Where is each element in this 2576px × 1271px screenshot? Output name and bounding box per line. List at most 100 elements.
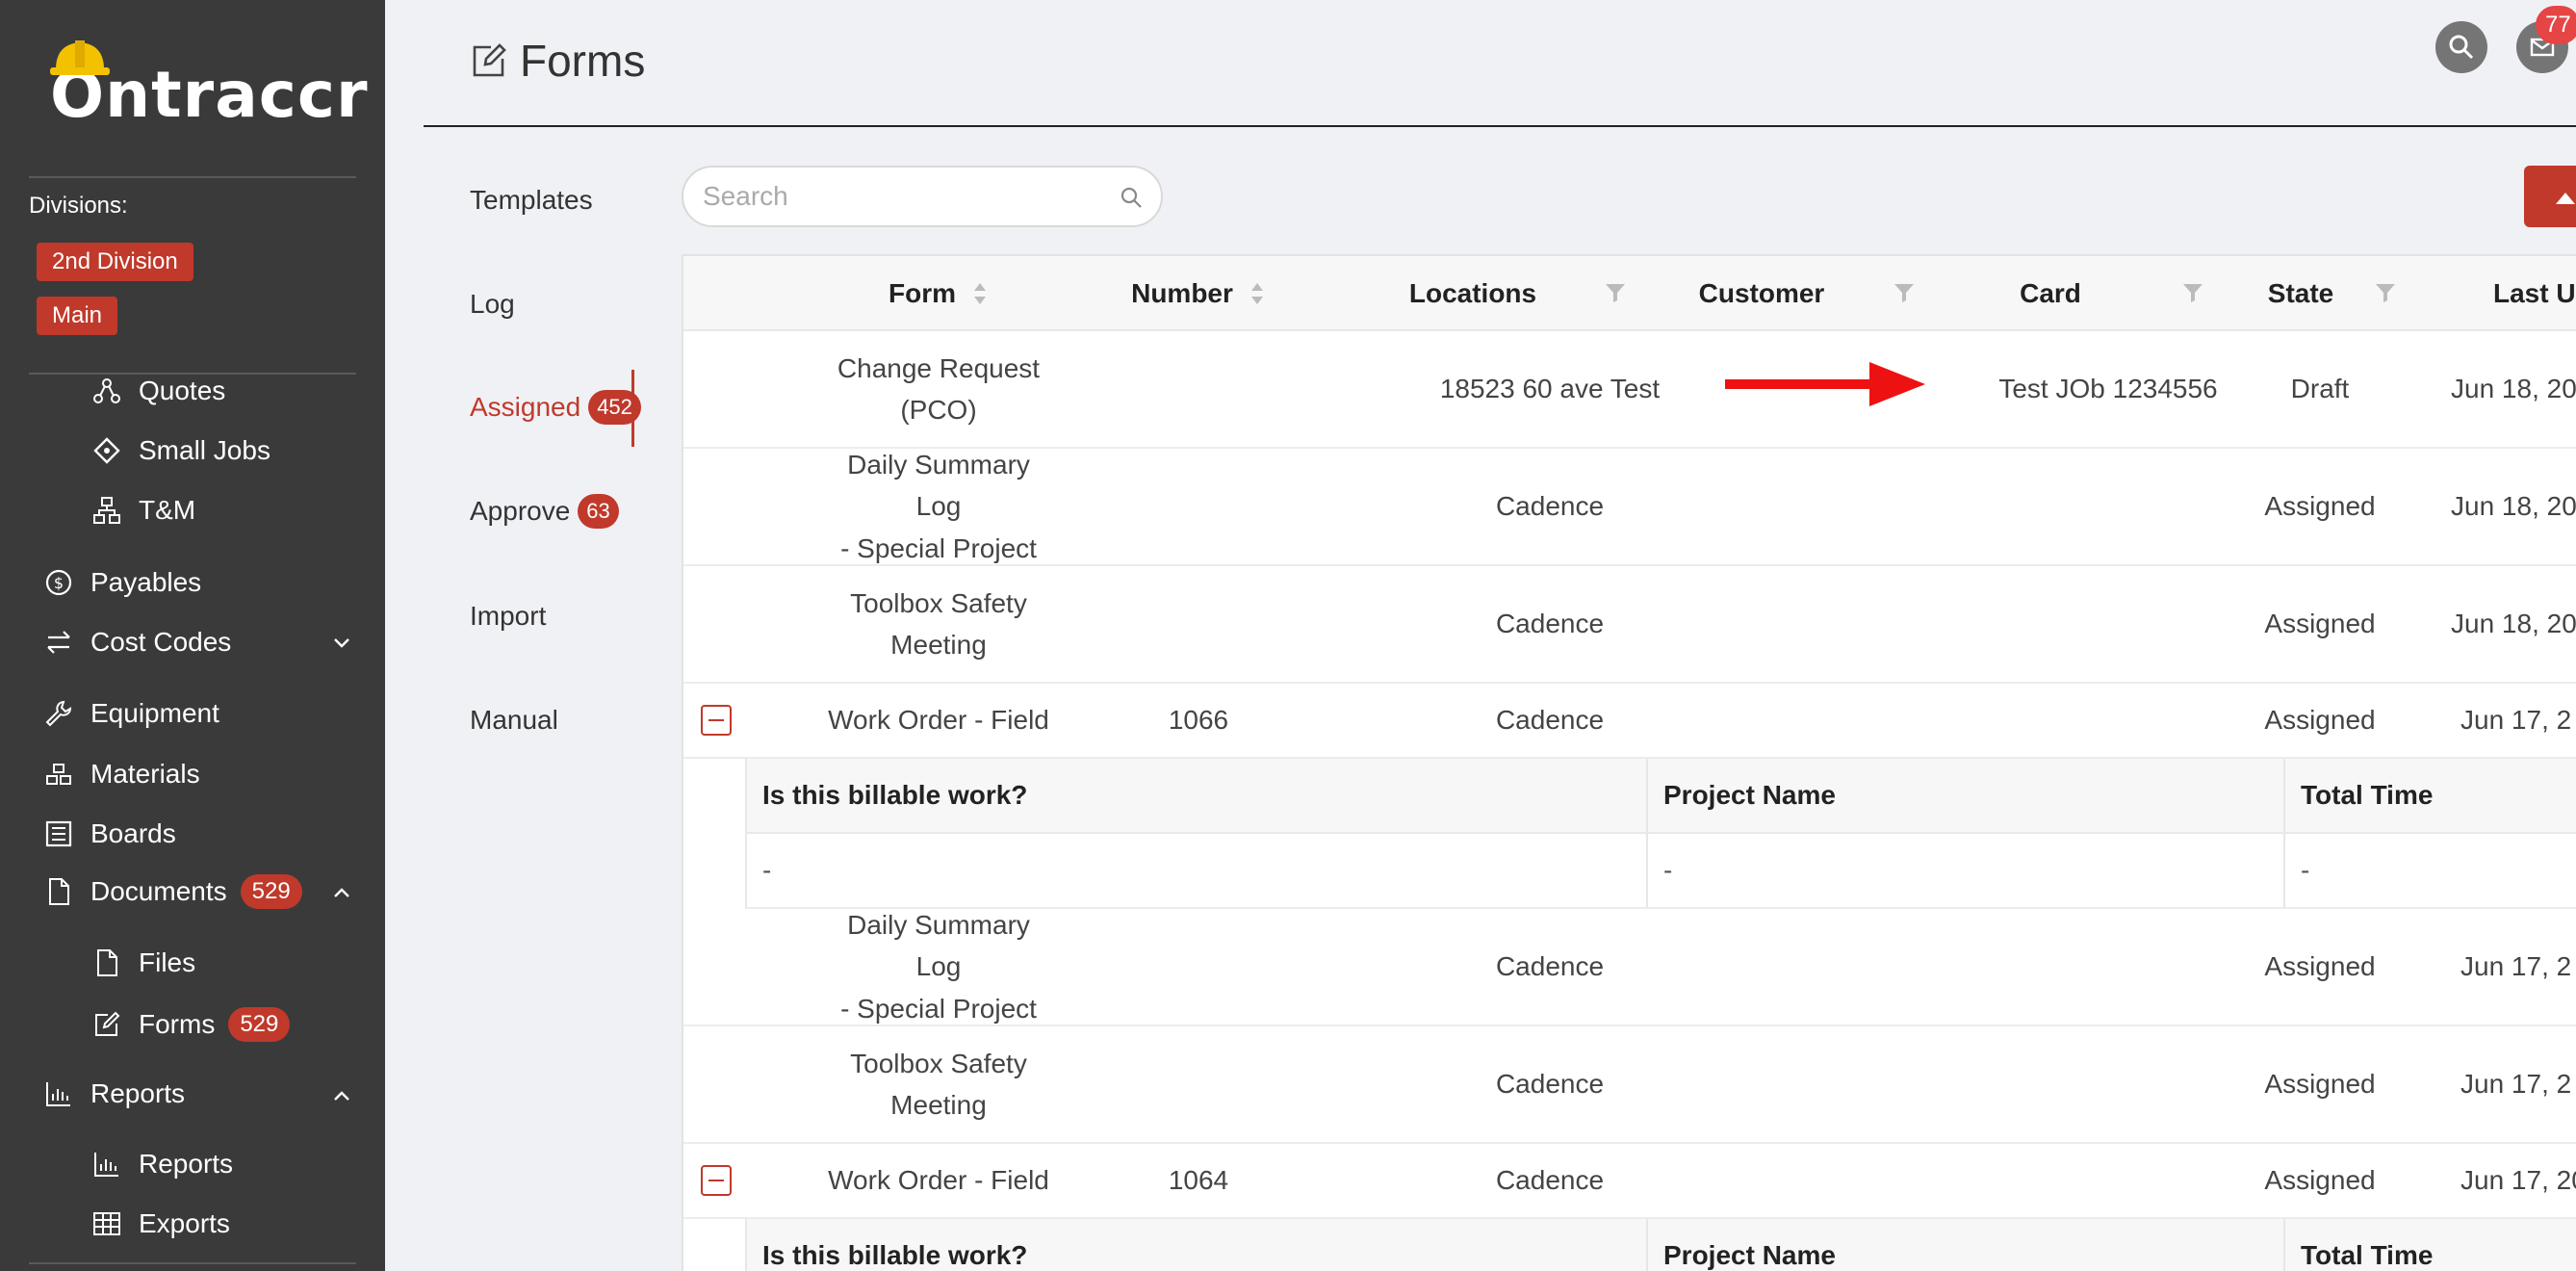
- sidebar-item-reports[interactable]: Reports: [92, 1149, 233, 1180]
- sidebar-item-payables[interactable]: $ Payables: [44, 567, 201, 598]
- column-header-locations[interactable]: Locations: [1357, 256, 1588, 331]
- sidebar-item-exports[interactable]: Exports: [92, 1208, 230, 1239]
- sidebar-item-tm[interactable]: T&M: [92, 495, 195, 526]
- table-row[interactable]: Daily Summary Log - Special Project Caden…: [683, 909, 2576, 1026]
- form-name-line: Daily Summary Log: [847, 449, 1030, 522]
- column-header-card[interactable]: Card: [1935, 256, 2166, 331]
- sidebar-item-materials[interactable]: Materials: [44, 759, 200, 790]
- tab-label: Templates: [470, 185, 593, 215]
- brand-logo[interactable]: Ontraccr: [50, 40, 369, 127]
- filter-icon[interactable]: [1893, 281, 1916, 304]
- sub-table-header: Is this billable work? Project Name Tota…: [745, 759, 2576, 834]
- filter-icon[interactable]: [2374, 281, 2397, 304]
- forms-table: Form Number Locations Customer Card Stat…: [682, 254, 2576, 1271]
- sub-cell-billable: -: [762, 855, 772, 885]
- search-field[interactable]: [682, 166, 1163, 227]
- table-row[interactable]: Change Request (PCO) 18523 60 ave Test Te…: [683, 331, 2576, 449]
- edit-icon: [473, 43, 506, 77]
- sidebar-item-label: T&M: [139, 495, 196, 525]
- column-header-number[interactable]: Number: [1088, 256, 1309, 331]
- sidebar-item-cost-codes[interactable]: Cost Codes: [44, 627, 231, 658]
- sidebar-item-reports-group[interactable]: Reports: [44, 1078, 185, 1109]
- tab-log[interactable]: Log: [470, 289, 515, 320]
- sidebar-item-documents[interactable]: Documents 529: [44, 874, 302, 909]
- hard-hat-icon: [50, 40, 110, 75]
- column-header-last-updated[interactable]: Last U: [2493, 256, 2576, 331]
- division-chip-main[interactable]: Main: [37, 297, 118, 335]
- form-name-line: Change Request: [837, 352, 1041, 383]
- sub-column-project-name: Project Name: [1663, 1240, 1836, 1270]
- form-name-line: Toolbox Safety: [850, 587, 1027, 618]
- sidebar: Ontraccr Divisions: 2nd Division Main Qu…: [0, 0, 385, 1271]
- sidebar-item-small-jobs[interactable]: Small Jobs: [92, 435, 270, 466]
- form-cell: Change Request (PCO): [828, 331, 1049, 447]
- column-header-form[interactable]: Form: [828, 256, 1049, 331]
- table-row[interactable]: Work Order - Field 1064 Cadence Assigned…: [683, 1144, 2576, 1219]
- column-label: Locations: [1408, 278, 1537, 308]
- collapse-row-button[interactable]: [701, 1165, 732, 1196]
- sidebar-item-label: Exports: [139, 1208, 230, 1238]
- sidebar-item-files[interactable]: Files: [92, 947, 195, 978]
- dollar-icon: $: [45, 569, 72, 596]
- active-tab-indicator: [631, 370, 634, 447]
- header-divider: [424, 125, 2576, 127]
- forms-count-badge: 529: [228, 1007, 291, 1042]
- sort-icon[interactable]: [971, 280, 989, 307]
- sub-column-total-time: Total Time: [2301, 1240, 2434, 1270]
- column-header-state[interactable]: State: [2224, 256, 2378, 331]
- form-name-line: Meeting: [890, 630, 987, 660]
- column-label: Customer: [1698, 278, 1825, 308]
- search-button[interactable]: [2435, 21, 2487, 73]
- table-row[interactable]: Daily Summary Log - Special Project Caden…: [683, 449, 2576, 566]
- collapse-button[interactable]: [2524, 166, 2576, 227]
- form-cell: Work Order - Field: [828, 1165, 1049, 1196]
- filter-icon[interactable]: [2181, 281, 2204, 304]
- chevron-down-icon[interactable]: [329, 631, 354, 656]
- sort-icon[interactable]: [1249, 280, 1266, 307]
- collapse-row-button[interactable]: [701, 705, 732, 736]
- sidebar-item-forms[interactable]: Forms 529: [92, 1007, 291, 1042]
- file-icon: [97, 949, 117, 976]
- sub-column-project-name: Project Name: [1663, 780, 1836, 810]
- tab-assigned[interactable]: Assigned 452: [470, 390, 641, 425]
- divisions-label: Divisions:: [29, 193, 128, 219]
- svg-text:$: $: [54, 574, 64, 592]
- location-cell: Cadence: [1495, 705, 1605, 736]
- tab-manual[interactable]: Manual: [470, 705, 558, 736]
- division-chip-2nd[interactable]: 2nd Division: [37, 243, 193, 281]
- tab-templates[interactable]: Templates: [470, 185, 593, 216]
- location-cell: Cadence: [1495, 491, 1605, 522]
- table-row[interactable]: Work Order - Field 1066 Cadence Assigned…: [683, 684, 2576, 759]
- divider: [29, 373, 356, 375]
- form-name-line: - Special Project: [840, 532, 1037, 563]
- caret-up-icon: [2556, 193, 2575, 204]
- tm-icon: [93, 497, 120, 524]
- chart-icon: [94, 1153, 118, 1177]
- page-title-text: Forms: [520, 36, 646, 86]
- tab-import[interactable]: Import: [470, 601, 546, 632]
- sidebar-item-equipment[interactable]: Equipment: [44, 698, 219, 729]
- date-cell: Jun 17, 2: [2460, 705, 2572, 736]
- date-cell: Jun 18, 20: [2451, 609, 2576, 639]
- chevron-up-icon[interactable]: [329, 1084, 354, 1109]
- state-cell: Assigned: [2264, 1069, 2376, 1100]
- table-row[interactable]: Toolbox Safety Meeting Cadence Assigned J…: [683, 566, 2576, 684]
- sidebar-item-boards[interactable]: Boards: [44, 818, 176, 849]
- tab-approve[interactable]: Approve 63: [470, 494, 619, 529]
- form-cell: Toolbox Safety Meeting: [828, 1026, 1049, 1142]
- column-label: Last U: [2493, 278, 2576, 308]
- sidebar-item-label: Files: [139, 947, 196, 977]
- table-row[interactable]: Toolbox Safety Meeting Cadence Assigned J…: [683, 1026, 2576, 1144]
- filter-icon[interactable]: [1604, 281, 1627, 304]
- location-cell: Cadence: [1495, 951, 1605, 982]
- state-cell: Assigned: [2264, 491, 2376, 522]
- sidebar-item-quotes[interactable]: Quotes: [92, 376, 225, 406]
- column-header-customer[interactable]: Customer: [1646, 256, 1877, 331]
- divider: [29, 176, 356, 178]
- date-cell: Jun 17, 20: [2460, 1165, 2576, 1196]
- search-icon: [2449, 35, 2474, 60]
- materials-icon: [46, 764, 71, 785]
- search-input[interactable]: [703, 177, 1107, 216]
- chevron-up-icon[interactable]: [329, 881, 354, 906]
- sub-cell-total-time: -: [2301, 855, 2310, 885]
